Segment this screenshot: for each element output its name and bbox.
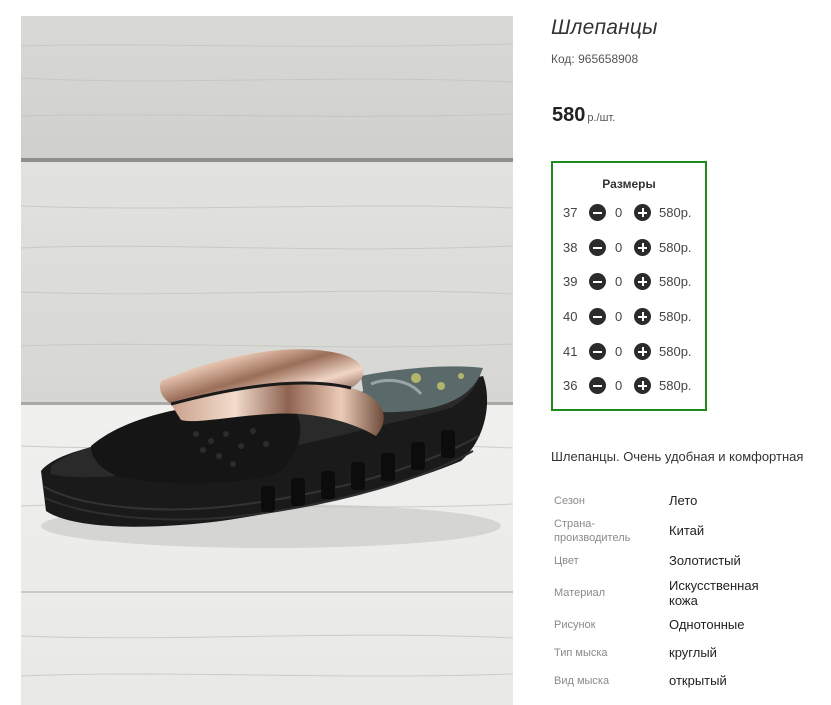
size-label: 38 <box>563 240 578 255</box>
size-row: 40 0 580р. <box>553 307 705 327</box>
plus-circle-icon[interactable] <box>634 273 651 290</box>
size-label: 39 <box>563 274 578 289</box>
minus-circle-icon[interactable] <box>589 204 606 221</box>
product-description: Шлепанцы. Очень удобная и комфортная <box>551 449 804 464</box>
size-quantity: 0 <box>615 378 623 393</box>
product-photo[interactable] <box>21 16 513 705</box>
minus-circle-icon[interactable] <box>589 308 606 325</box>
attr-value: Лето <box>669 493 698 508</box>
size-price: 580р. <box>659 274 692 289</box>
product-code: Код: 965658908 <box>551 52 638 66</box>
size-label: 40 <box>563 309 578 324</box>
size-label: 37 <box>563 205 578 220</box>
size-row: 41 0 580р. <box>553 342 705 362</box>
size-row: 38 0 580р. <box>553 238 705 258</box>
minus-circle-icon[interactable] <box>589 377 606 394</box>
attr-key: Рисунок <box>554 619 596 631</box>
product-title: Шлепанцы <box>551 16 658 39</box>
plus-circle-icon[interactable] <box>634 377 651 394</box>
price-unit: р./шт. <box>587 112 616 124</box>
size-price: 580р. <box>659 378 692 393</box>
minus-circle-icon[interactable] <box>589 343 606 360</box>
price-value: 580 <box>552 104 586 126</box>
size-quantity: 0 <box>615 205 623 220</box>
plus-circle-icon[interactable] <box>634 239 651 256</box>
size-price: 580р. <box>659 344 692 359</box>
attr-key: Материал <box>554 587 605 599</box>
attr-value: открытый <box>669 673 727 688</box>
product-code-value: 965658908 <box>578 52 639 66</box>
attr-key: Страна-производитель <box>554 518 631 544</box>
sizes-title: Размеры <box>602 177 656 191</box>
size-row: 36 0 580р. <box>553 376 705 396</box>
attr-value: Однотонные <box>669 617 745 632</box>
minus-circle-icon[interactable] <box>589 239 606 256</box>
attr-key: Цвет <box>554 555 579 567</box>
plus-circle-icon[interactable] <box>634 204 651 221</box>
size-quantity: 0 <box>615 240 623 255</box>
minus-circle-icon[interactable] <box>589 273 606 290</box>
size-price: 580р. <box>659 309 692 324</box>
plus-circle-icon[interactable] <box>634 343 651 360</box>
sandal-image <box>21 16 513 705</box>
size-quantity: 0 <box>615 274 623 289</box>
size-row: 37 0 580р. <box>553 203 705 223</box>
attr-value: круглый <box>669 645 717 660</box>
attr-key: Вид мыска <box>554 675 610 687</box>
size-quantity: 0 <box>615 344 623 359</box>
attr-key: Тип мыска <box>554 647 608 659</box>
product-price: 580 р./шт. <box>552 104 615 127</box>
size-row: 39 0 580р. <box>553 272 705 292</box>
attr-key: Сезон <box>554 495 585 507</box>
size-quantity: 0 <box>615 309 623 324</box>
plus-circle-icon[interactable] <box>634 308 651 325</box>
sizes-panel: Размеры 37 0 580р. 38 0 580р. 39 0 580р.… <box>551 161 707 411</box>
size-price: 580р. <box>659 240 692 255</box>
size-price: 580р. <box>659 205 692 220</box>
size-label: 36 <box>563 378 578 393</box>
attr-value: Золотистый <box>669 553 741 568</box>
attr-value: Китай <box>669 523 705 538</box>
product-code-label: Код: <box>551 52 575 66</box>
attr-value: Искусственная кожа <box>669 578 759 608</box>
size-label: 41 <box>563 344 578 359</box>
